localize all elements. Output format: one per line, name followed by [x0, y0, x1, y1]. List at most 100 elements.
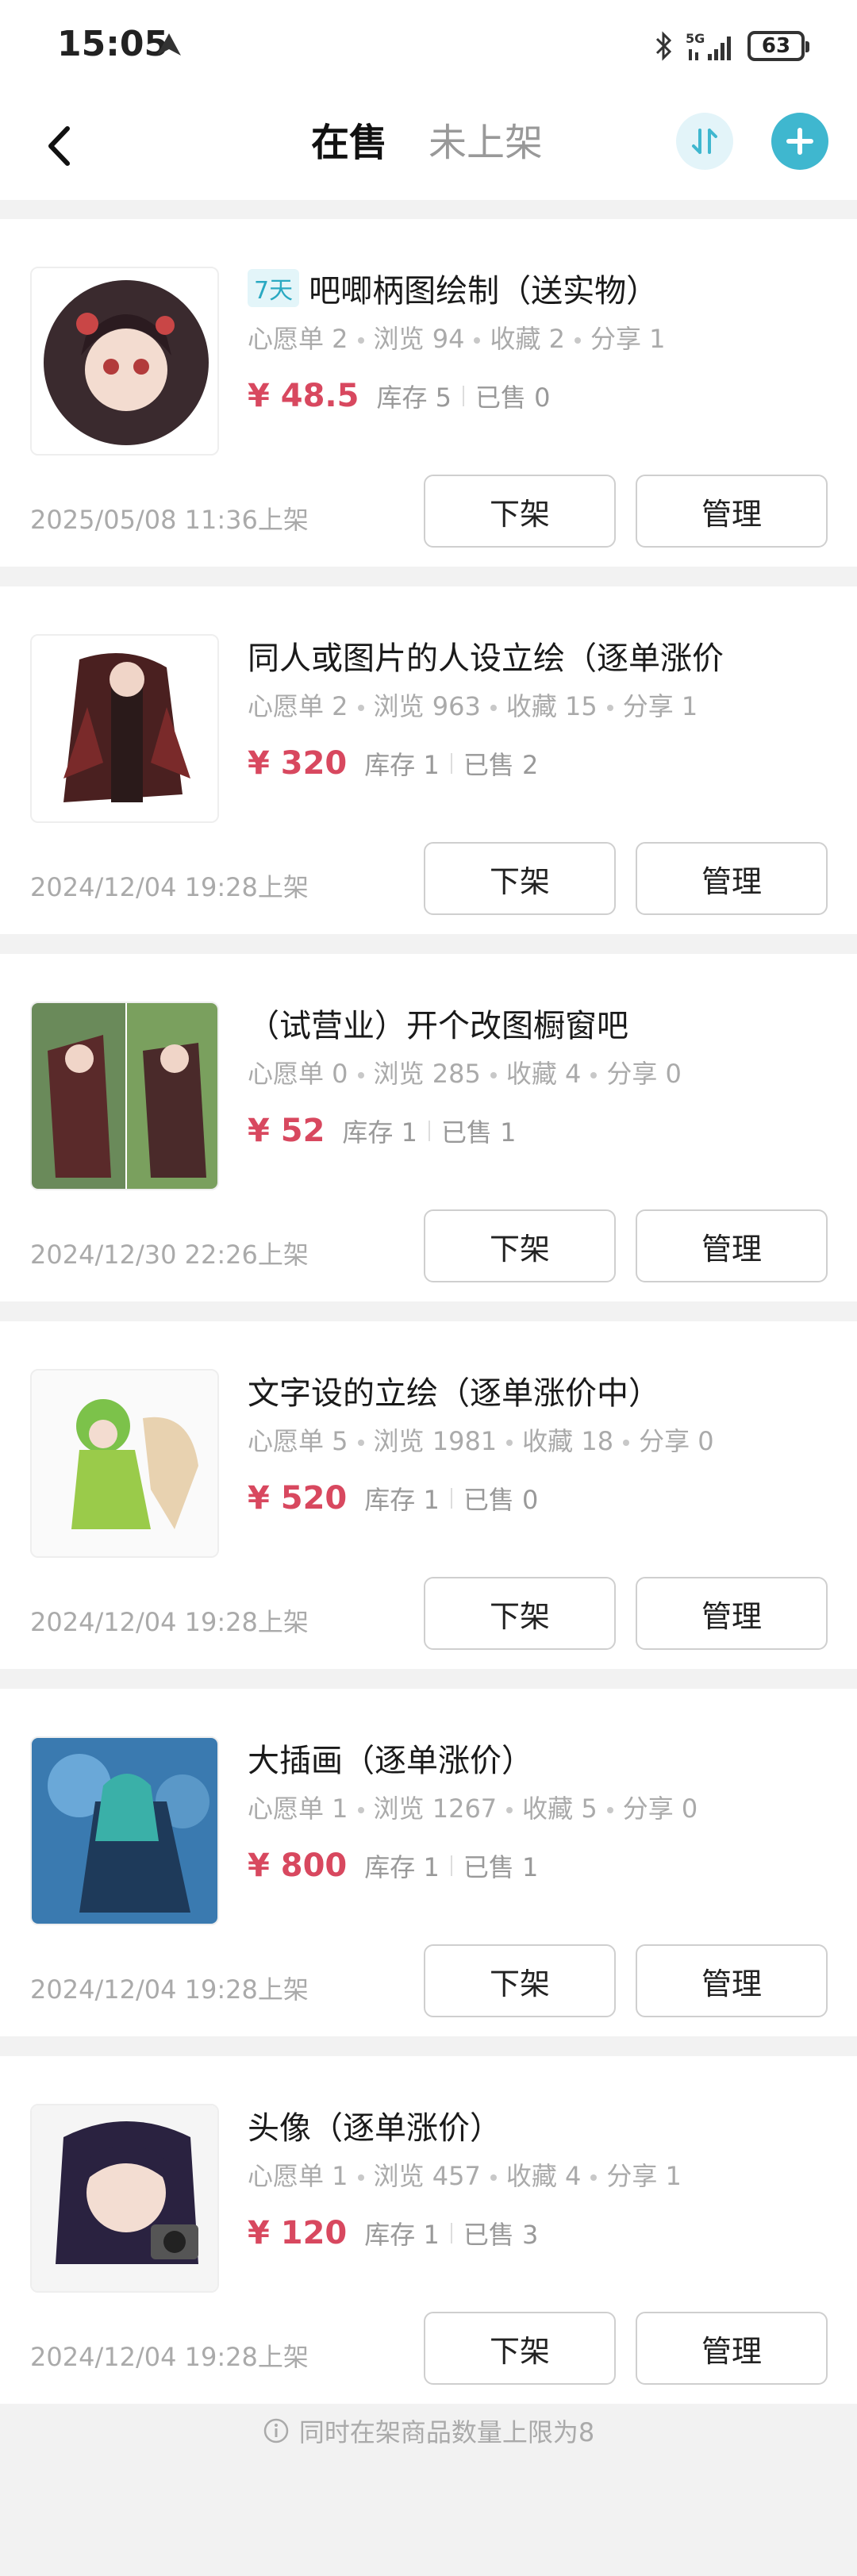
manage-button[interactable]: 管理 — [636, 1209, 828, 1282]
favorite-count: 收藏 5 — [522, 1794, 598, 1824]
product-title: 文字设的立绘（逐单涨价中） — [248, 1375, 660, 1412]
sold-count: 已售 1 — [463, 1852, 539, 1882]
svg-text:5G: 5G — [686, 31, 705, 46]
wishlist-count: 心愿单 2 — [248, 691, 348, 721]
wishlist-count: 心愿单 0 — [248, 1059, 348, 1089]
back-button[interactable] — [41, 122, 76, 170]
favorite-count: 收藏 4 — [505, 1059, 582, 1089]
signal-5g-icon: 5G — [686, 31, 731, 60]
stock-count: 库存 5 — [376, 383, 452, 413]
product-title: （试营业）开个改图橱窗吧 — [248, 1008, 628, 1044]
duration-tag: 7天 — [248, 269, 300, 307]
manage-button[interactable]: 管理 — [636, 842, 828, 915]
product-thumbnail[interactable] — [30, 2104, 219, 2293]
unlist-button[interactable]: 下架 — [424, 1944, 616, 2017]
unlist-button[interactable]: 下架 — [424, 842, 616, 915]
product-image — [32, 1371, 217, 1556]
unlist-button[interactable]: 下架 — [424, 1209, 616, 1282]
favorite-count: 收藏 4 — [505, 2161, 582, 2191]
sold-count: 已售 1 — [440, 1117, 517, 1148]
listing-date: 2024/12/04 19:28上架 — [30, 872, 309, 902]
sold-count: 已售 2 — [463, 750, 539, 780]
product-stats: 心愿单 2 浏览 94 收藏 2 分享 1 — [248, 319, 666, 356]
product-card[interactable]: 同人或图片的人设立绘（逐单涨价 心愿单 2 浏览 963 收藏 15 分享 1 ¥ 3… — [0, 586, 857, 934]
share-count: 分享 1 — [622, 691, 698, 721]
view-count: 浏览 1267 — [373, 1794, 498, 1824]
view-count: 浏览 963 — [373, 691, 481, 721]
tab-on-sale[interactable]: 在售 — [311, 117, 387, 168]
unlist-button[interactable]: 下架 — [424, 475, 616, 548]
product-stats: 心愿单 5 浏览 1981 收藏 18 分享 0 — [248, 1421, 714, 1458]
unlist-button[interactable]: 下架 — [424, 1577, 616, 1650]
product-title: 头像（逐单涨价） — [248, 2110, 502, 2147]
unlist-button[interactable]: 下架 — [424, 2312, 616, 2385]
product-card[interactable]: （试营业）开个改图橱窗吧 心愿单 0 浏览 285 收藏 4 分享 0 ¥ 52 库存… — [0, 954, 857, 1301]
info-icon — [263, 2418, 289, 2443]
product-price: ¥ 52 — [248, 1113, 325, 1149]
sold-count: 已售 3 — [463, 2220, 539, 2250]
product-thumbnail[interactable] — [30, 267, 219, 456]
stock-count: 库存 1 — [364, 750, 440, 780]
stock-count: 库存 1 — [364, 1852, 440, 1882]
sold-count: 已售 0 — [475, 383, 551, 413]
battery-level: 63 — [761, 34, 791, 58]
status-bar: 15:05 5G 63 — [0, 0, 857, 94]
product-title: 吧唧柄图绘制（送实物） — [309, 273, 659, 310]
wishlist-count: 心愿单 5 — [248, 1426, 348, 1456]
wishlist-count: 心愿单 1 — [248, 1794, 348, 1824]
sold-count: 已售 0 — [463, 1485, 539, 1515]
product-card[interactable]: 文字设的立绘（逐单涨价中） 心愿单 5 浏览 1981 收藏 18 分享 0 ¥ 52… — [0, 1321, 857, 1669]
sort-button[interactable] — [676, 113, 733, 170]
tab-not-listed[interactable]: 未上架 — [428, 117, 543, 168]
share-count: 分享 1 — [590, 324, 666, 354]
product-thumbnail[interactable] — [30, 1736, 219, 1925]
wishlist-count: 心愿单 1 — [248, 2161, 348, 2191]
view-count: 浏览 1981 — [373, 1426, 498, 1456]
share-count: 分享 0 — [622, 1794, 698, 1824]
product-card[interactable]: 头像（逐单涨价） 心愿单 1 浏览 457 收藏 4 分享 1 ¥ 120 库存 1 … — [0, 2056, 857, 2404]
product-image — [32, 1738, 217, 1924]
product-price: ¥ 120 — [248, 2215, 348, 2251]
listing-limit-note: 同时在架商品数量上限为8 — [0, 2413, 857, 2449]
manage-button[interactable]: 管理 — [636, 1577, 828, 1650]
share-count: 分享 0 — [639, 1426, 714, 1456]
view-count: 浏览 457 — [373, 2161, 481, 2191]
product-thumbnail[interactable] — [30, 1002, 219, 1190]
view-count: 浏览 94 — [373, 324, 465, 354]
navigation-arrow-icon — [157, 33, 181, 56]
stock-count: 库存 1 — [342, 1117, 417, 1148]
product-thumbnail[interactable] — [30, 634, 219, 823]
product-thumbnail[interactable] — [30, 1369, 219, 1558]
manage-button[interactable]: 管理 — [636, 1944, 828, 2017]
product-title: 大插画（逐单涨价） — [248, 1743, 533, 1779]
product-price: ¥ 520 — [248, 1480, 348, 1517]
product-stats: 心愿单 0 浏览 285 收藏 4 分享 0 — [248, 1054, 682, 1090]
listing-date: 2024/12/04 19:28上架 — [30, 1607, 309, 1637]
product-stats: 心愿单 1 浏览 1267 收藏 5 分享 0 — [248, 1789, 698, 1825]
sort-arrows-icon — [692, 129, 717, 154]
product-stats: 心愿单 1 浏览 457 收藏 4 分享 1 — [248, 2156, 682, 2193]
stock-count: 库存 1 — [364, 2220, 440, 2250]
share-count: 分享 1 — [606, 2161, 682, 2191]
product-image — [32, 2105, 217, 2291]
manage-button[interactable]: 管理 — [636, 475, 828, 548]
product-image — [32, 268, 217, 454]
favorite-count: 收藏 15 — [505, 691, 598, 721]
listing-date: 2024/12/04 19:28上架 — [30, 2342, 309, 2372]
product-price: ¥ 48.5 — [248, 378, 359, 414]
listing-date: 2025/05/08 11:36上架 — [30, 505, 309, 535]
product-stats: 心愿单 2 浏览 963 收藏 15 分享 1 — [248, 686, 698, 723]
product-card[interactable]: 7天 吧唧柄图绘制（送实物） 心愿单 2 浏览 94 收藏 2 分享 1 ¥ 48.5… — [0, 219, 857, 567]
product-price: ¥ 320 — [248, 745, 348, 782]
product-card[interactable]: 大插画（逐单涨价） 心愿单 1 浏览 1267 收藏 5 分享 0 ¥ 800 库存 … — [0, 1689, 857, 2036]
product-title: 同人或图片的人设立绘（逐单涨价 — [248, 640, 724, 677]
add-product-button[interactable] — [771, 113, 828, 170]
product-image — [32, 636, 217, 821]
product-image — [32, 1003, 217, 1189]
listing-date: 2024/12/30 22:26上架 — [30, 1240, 309, 1270]
listing-date: 2024/12/04 19:28上架 — [30, 1974, 309, 2005]
manage-button[interactable]: 管理 — [636, 2312, 828, 2385]
chevron-left-icon — [48, 126, 70, 166]
battery-icon: 63 — [747, 31, 809, 61]
stock-count: 库存 1 — [364, 1485, 440, 1515]
